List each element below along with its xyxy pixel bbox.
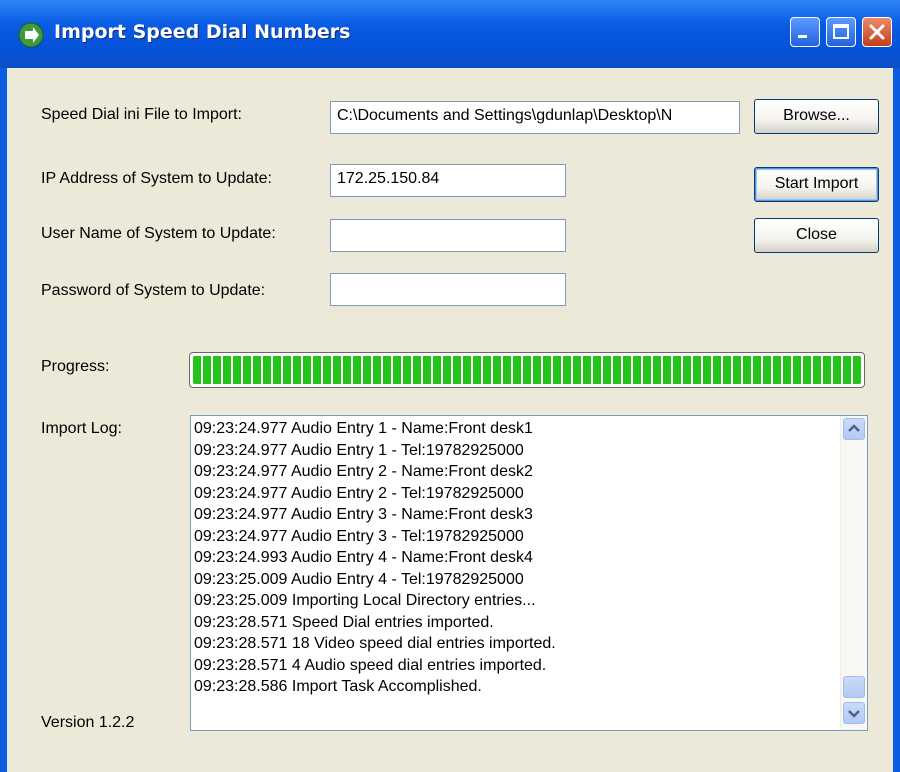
log-line: 09:23:28.571 Speed Dial entries imported… [194,613,494,631]
log-line: 09:23:24.977 Audio Entry 1 - Tel:1978292… [194,441,524,459]
log-line: 09:23:24.977 Audio Entry 2 - Tel:1978292… [194,484,524,502]
arrow-icon [18,22,44,48]
chevron-up-icon [848,424,860,432]
log-line: 09:23:24.977 Audio Entry 2 - Name:Front … [194,463,533,480]
log-line: 09:23:28.571 4 Audio speed dial entries … [194,656,547,674]
log-line: 09:23:28.571 18 Video speed dial entries… [194,635,556,652]
file-label: Speed Dial ini File to Import: [41,106,242,123]
chevron-down-icon [848,710,860,718]
password-input[interactable] [330,273,566,306]
scroll-thumb[interactable] [843,676,865,698]
log-line: 09:23:25.009 Audio Entry 4 - Tel:1978292… [194,570,524,588]
progress-bar [189,352,865,388]
username-input[interactable] [330,219,566,252]
log-line: 09:23:24.977 Audio Entry 3 - Name:Front … [194,506,533,523]
close-icon [869,24,885,40]
ip-address-input[interactable]: 172.25.150.84 [330,164,566,197]
dialog-client-area: Speed Dial ini File to Import: C:\Docume… [7,68,893,772]
version-label: Version 1.2.2 [41,714,135,731]
progress-label: Progress: [41,358,110,375]
ip-address-label: IP Address of System to Update: [41,170,272,187]
close-window-button[interactable] [862,17,892,47]
maximize-button[interactable] [826,17,856,47]
password-label: Password of System to Update: [41,282,266,299]
log-line: 09:23:24.993 Audio Entry 4 - Name:Front … [194,549,533,566]
log-line: 09:23:28.586 Import Task Accomplished. [194,678,482,695]
log-line: 09:23:25.009 Importing Local Directory e… [194,592,536,609]
log-scrollbar[interactable] [840,416,867,730]
log-lines: 09:23:24.977 Audio Entry 1 - Name:Front … [194,418,834,698]
minimize-button[interactable] [790,17,820,47]
minimize-icon [798,35,807,38]
file-path-input[interactable]: C:\Documents and Settings\gdunlap\Deskto… [330,101,740,134]
start-import-button[interactable]: Start Import [754,167,879,202]
close-button[interactable]: Close [754,218,879,253]
browse-button[interactable]: Browse... [754,99,879,134]
username-label: User Name of System to Update: [41,225,276,242]
scroll-down-button[interactable] [843,702,865,724]
log-line: 09:23:24.977 Audio Entry 3 - Tel:1978292… [194,527,524,545]
title-bar[interactable]: Import Speed Dial Numbers [0,0,900,68]
log-line: 09:23:24.977 Audio Entry 1 - Name:Front … [194,420,533,437]
import-log-label: Import Log: [41,420,122,437]
scroll-up-button[interactable] [843,418,865,440]
import-window: Import Speed Dial Numbers Speed Dial ini… [0,0,900,772]
window-title: Import Speed Dial Numbers [54,21,351,43]
import-log-box[interactable]: 09:23:24.977 Audio Entry 1 - Name:Front … [190,415,868,731]
progress-fill [193,356,861,384]
